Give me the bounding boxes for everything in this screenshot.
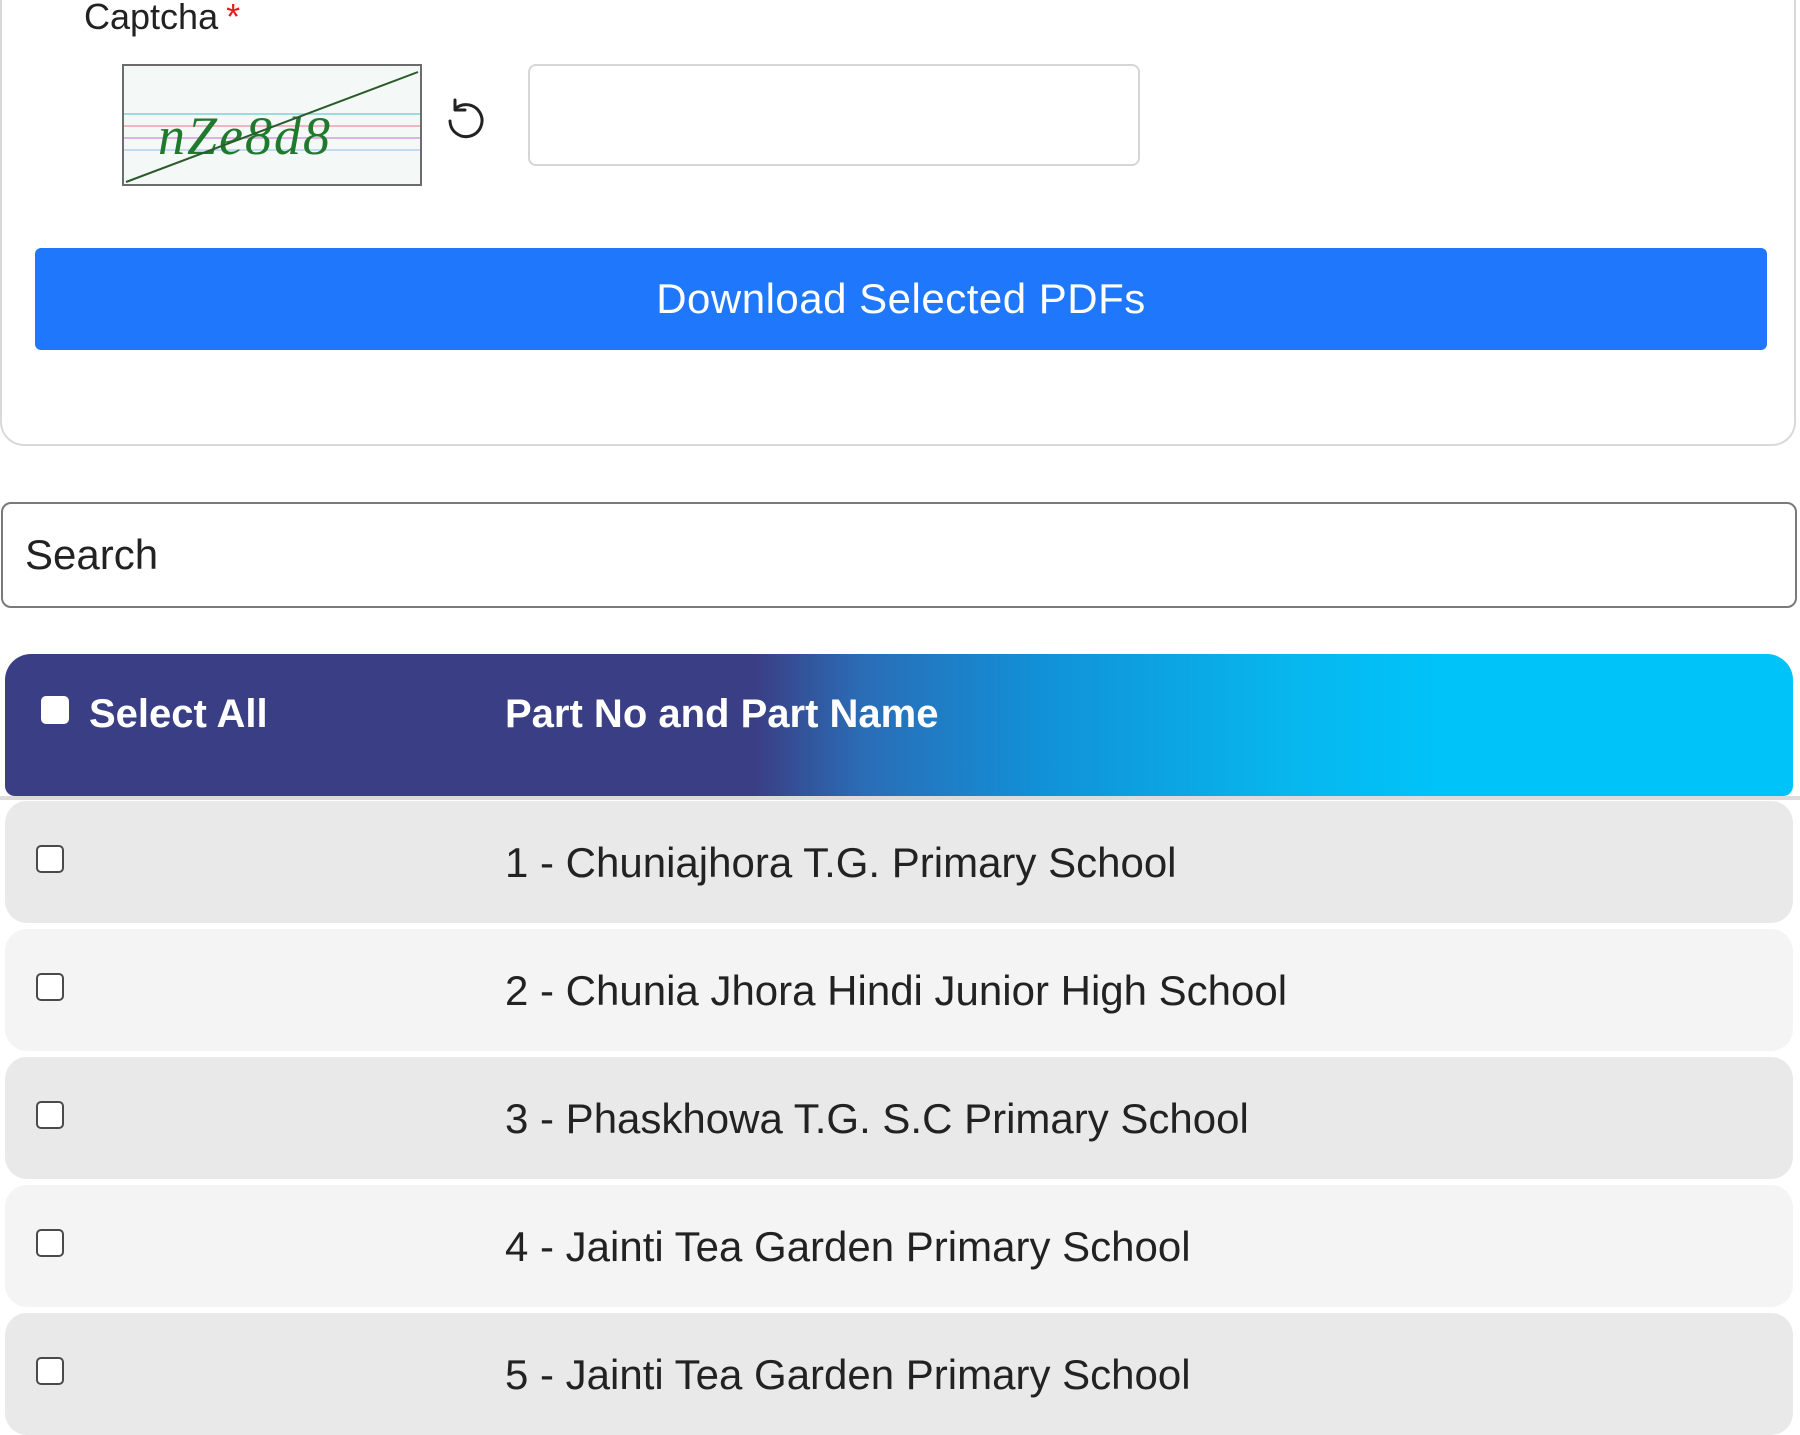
header-divider (0, 796, 1800, 800)
table-header: Select All Part No and Part Name (5, 654, 1793, 796)
part-name-cell: 2 - Chunia Jhora Hindi Junior High Schoo… (505, 967, 1288, 1014)
part-name-cell: 3 - Phaskhowa T.G. S.C Primary School (505, 1095, 1249, 1142)
captcha-label: Captcha * (84, 0, 240, 38)
captcha-input[interactable] (528, 64, 1140, 166)
refresh-captcha-button[interactable] (438, 94, 492, 148)
select-all-checkbox[interactable] (41, 696, 69, 724)
refresh-icon (448, 98, 484, 139)
row-checkbox[interactable] (36, 845, 64, 873)
part-name-cell: 1 - Chuniajhora T.G. Primary School (505, 839, 1177, 886)
part-column-header: Part No and Part Name (505, 692, 939, 736)
row-checkbox[interactable] (36, 1229, 64, 1257)
table-row: 4 - Jainti Tea Garden Primary School (5, 1185, 1793, 1307)
table-row: 2 - Chunia Jhora Hindi Junior High Schoo… (5, 929, 1793, 1051)
part-name-cell: 5 - Jainti Tea Garden Primary School (505, 1351, 1191, 1398)
table-row: 1 - Chuniajhora T.G. Primary School (5, 801, 1793, 923)
part-name-cell: 4 - Jainti Tea Garden Primary School (505, 1223, 1191, 1270)
row-checkbox[interactable] (36, 973, 64, 1001)
captcha-label-text: Captcha (84, 0, 219, 37)
captcha-card: Captcha * nZe8d8 Download Selected PDFs (0, 0, 1796, 446)
select-all-label: Select All (89, 692, 268, 736)
search-input[interactable] (1, 502, 1797, 608)
table-row: 5 - Jainti Tea Garden Primary School (5, 1313, 1793, 1435)
download-selected-pdfs-button[interactable]: Download Selected PDFs (35, 248, 1767, 350)
row-checkbox[interactable] (36, 1101, 64, 1129)
captcha-image: nZe8d8 (122, 64, 422, 186)
required-asterisk: * (226, 0, 241, 37)
row-checkbox[interactable] (36, 1357, 64, 1385)
table-row: 3 - Phaskhowa T.G. S.C Primary School (5, 1057, 1793, 1179)
